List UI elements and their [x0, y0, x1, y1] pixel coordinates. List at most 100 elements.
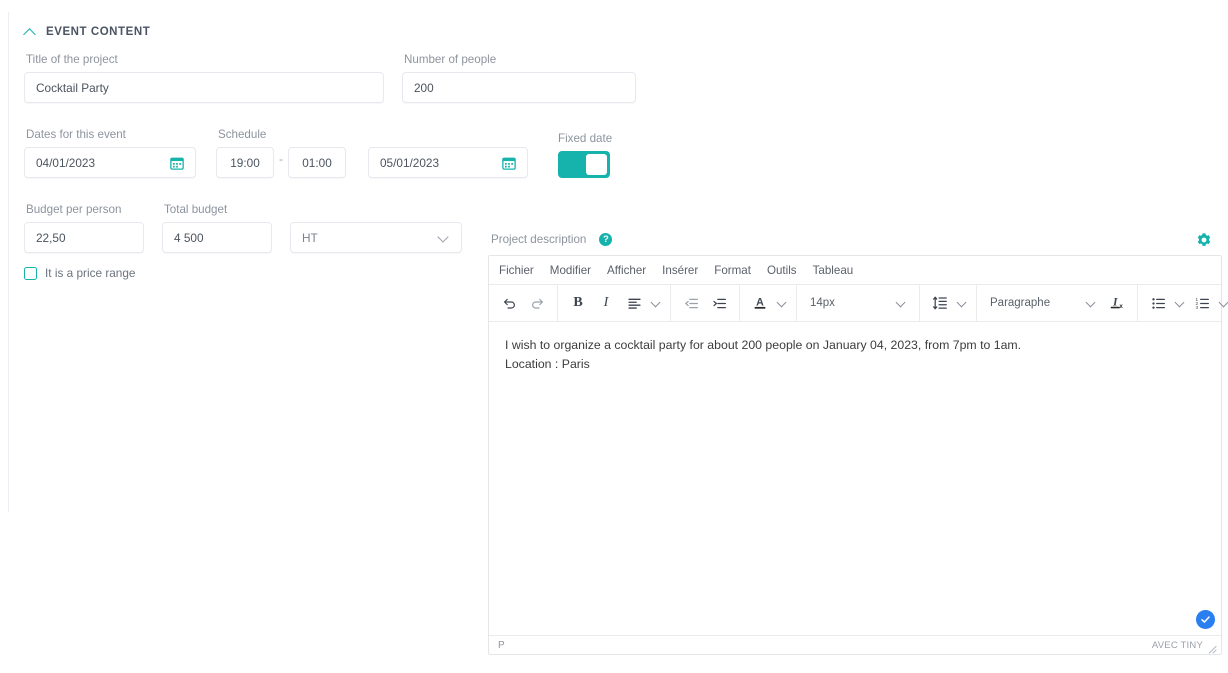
input-start-time[interactable]: 19:00 — [216, 147, 274, 178]
editor-toolbar: B I A 14px Paragraphe I x 1 2 3 — [489, 284, 1221, 322]
section-header-event-content[interactable]: EVENT CONTENT — [24, 22, 644, 42]
select-block-format-value: Paragraphe — [990, 297, 1051, 309]
event-content-form-page: EVENT CONTENT Title of the project Cockt… — [0, 0, 1228, 673]
svg-text:A: A — [756, 297, 764, 309]
toolbar-group-text-color: A — [740, 285, 797, 321]
chevron-down-icon[interactable] — [439, 233, 448, 242]
toggle-fixed-date[interactable] — [558, 151, 610, 178]
label-number-of-people: Number of people — [404, 53, 497, 66]
calendar-icon[interactable] — [170, 156, 184, 170]
line-height-icon[interactable] — [927, 289, 953, 317]
indent-icon[interactable] — [706, 289, 732, 317]
input-end-time-value: 01:00 — [302, 155, 332, 170]
rich-text-editor: Fichier Modifier Afficher Insérer Format… — [488, 255, 1222, 655]
statusbar-right: AVEC TINY — [1152, 640, 1217, 654]
section-title: EVENT CONTENT — [46, 26, 151, 38]
input-budget-per-person[interactable]: 22,50 — [24, 222, 144, 253]
input-end-date[interactable]: 05/01/2023 — [368, 147, 528, 178]
align-dropdown-chevron-down-icon[interactable] — [652, 299, 660, 307]
menu-item-outils[interactable]: Outils — [767, 264, 797, 277]
input-end-date-value: 05/01/2023 — [380, 155, 440, 170]
field-title-of-project: Title of the project Cocktail Party — [24, 53, 384, 103]
font-size-chevron-down-icon[interactable] — [897, 299, 905, 307]
align-left-icon[interactable] — [621, 289, 647, 317]
editor-content-area[interactable]: I wish to organize a cocktail party for … — [489, 322, 1221, 635]
editor-paragraph-2: Location : Paris — [505, 357, 590, 371]
label-schedule: Schedule — [218, 128, 267, 141]
statusbar-brand[interactable]: AVEC TINY — [1152, 640, 1203, 651]
label-project-description: Project description — [491, 233, 587, 246]
toolbar-group-font-size: 14px — [797, 285, 920, 321]
numbered-list-icon[interactable]: 123 — [1189, 289, 1215, 317]
row-dates-schedule: Dates for this event 04/01/2023 Schedule… — [24, 128, 644, 178]
panel-left-divider — [8, 12, 9, 512]
field-budget-per-person: Budget per person 22,50 — [24, 203, 144, 253]
gear-icon[interactable] — [1196, 232, 1212, 248]
select-font-size[interactable]: 14px — [804, 289, 912, 317]
outdent-icon[interactable] — [678, 289, 704, 317]
input-start-date-value: 04/01/2023 — [36, 155, 96, 170]
block-format-chevron-down-icon[interactable] — [1087, 299, 1095, 307]
calendar-icon[interactable] — [502, 156, 516, 170]
label-fixed-date: Fixed date — [558, 132, 613, 145]
select-tax-mode-value: HT — [302, 230, 318, 245]
toolbar-group-block-format: Paragraphe I x — [977, 285, 1138, 321]
field-start-date: Dates for this event 04/01/2023 — [24, 128, 196, 178]
field-tax-mode: HT — [290, 222, 462, 253]
label-total-budget: Total budget — [164, 203, 228, 216]
statusbar-element-path[interactable]: P — [498, 640, 505, 651]
svg-text:3: 3 — [1195, 305, 1198, 310]
label-budget-per-person: Budget per person — [26, 203, 122, 216]
label-title-of-project: Title of the project — [26, 53, 118, 66]
check-circle-icon[interactable] — [1196, 610, 1215, 629]
toggle-knob — [586, 154, 607, 175]
input-start-date[interactable]: 04/01/2023 — [24, 147, 196, 178]
select-tax-mode[interactable]: HT — [290, 222, 462, 253]
chevron-up-icon[interactable] — [24, 26, 37, 39]
italic-icon[interactable]: I — [593, 289, 619, 317]
input-total-budget-value: 4 500 — [174, 230, 204, 245]
redo-icon[interactable] — [524, 289, 550, 317]
bold-icon[interactable]: B — [565, 289, 591, 317]
menu-item-inserer[interactable]: Insérer — [662, 264, 698, 277]
text-color-dropdown-chevron-down-icon[interactable] — [778, 299, 786, 307]
select-block-format[interactable]: Paragraphe — [984, 289, 1102, 317]
input-number-of-people-value: 200 — [414, 80, 434, 95]
project-description-header: Project description ? — [491, 233, 613, 246]
input-end-time[interactable]: 01:00 — [288, 147, 346, 178]
row-title-people: Title of the project Cocktail Party Numb… — [24, 53, 644, 103]
toolbar-group-history — [489, 285, 558, 321]
menu-item-modifier[interactable]: Modifier — [550, 264, 591, 277]
field-fixed-date: Fixed date — [558, 132, 612, 178]
resize-handle-icon[interactable] — [1208, 641, 1217, 654]
undo-icon[interactable] — [496, 289, 522, 317]
schedule-separator: - — [279, 151, 283, 166]
bullet-list-icon[interactable] — [1145, 289, 1171, 317]
input-start-time-value: 19:00 — [230, 155, 260, 170]
input-number-of-people[interactable]: 200 — [402, 72, 636, 103]
toolbar-group-line-height — [920, 285, 977, 321]
question-mark-icon[interactable]: ? — [599, 233, 613, 246]
label-price-range: It is a price range — [45, 266, 136, 280]
menu-item-format[interactable]: Format — [714, 264, 751, 277]
input-title-of-project[interactable]: Cocktail Party — [24, 72, 384, 103]
numbered-list-chevron-down-icon[interactable] — [1220, 299, 1228, 307]
label-dates-for-event: Dates for this event — [26, 128, 126, 141]
menu-item-fichier[interactable]: Fichier — [499, 264, 534, 277]
menu-item-afficher[interactable]: Afficher — [607, 264, 646, 277]
field-number-of-people: Number of people 200 — [402, 53, 636, 103]
field-total-budget: Total budget 4 500 — [162, 203, 272, 253]
field-end-date: 05/01/2023 — [368, 147, 528, 178]
bullet-list-chevron-down-icon[interactable] — [1176, 299, 1184, 307]
checkbox-price-range[interactable] — [24, 266, 37, 280]
menu-item-tableau[interactable]: Tableau — [813, 264, 854, 277]
input-total-budget[interactable]: 4 500 — [162, 222, 272, 253]
editor-menubar: Fichier Modifier Afficher Insérer Format… — [489, 256, 1221, 284]
editor-statusbar: P AVEC TINY — [489, 635, 1221, 654]
input-title-of-project-value: Cocktail Party — [36, 80, 109, 95]
text-color-icon[interactable]: A — [747, 289, 773, 317]
line-height-chevron-down-icon[interactable] — [958, 299, 966, 307]
toolbar-group-text-style: B I — [558, 285, 671, 321]
clear-formatting-icon[interactable]: I x — [1104, 289, 1130, 317]
editor-paragraph-1: I wish to organize a cocktail party for … — [505, 338, 1022, 352]
